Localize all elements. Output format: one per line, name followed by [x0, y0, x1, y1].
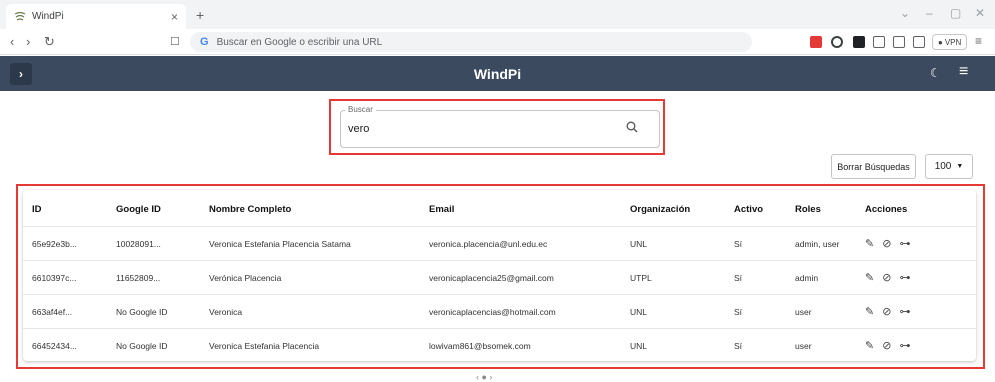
reload-icon[interactable]: ↻ — [44, 34, 55, 50]
split-view-icon[interactable] — [913, 36, 925, 48]
row-actions: ✎ ⊘ ⊶ — [865, 339, 910, 352]
cell-org: UNL — [630, 239, 648, 249]
cell-roles: user — [795, 307, 812, 317]
header-roles[interactable]: Roles — [795, 204, 821, 215]
cell-email: veronicaplacencia25@gmail.com — [429, 273, 554, 283]
cell-google-id: No Google ID — [116, 307, 168, 317]
key-icon[interactable]: ⊶ — [899, 237, 910, 250]
page-size-value: 100 — [934, 161, 952, 172]
back-icon[interactable]: ‹ — [10, 34, 14, 49]
cell-id: 65e92e3b... — [32, 239, 77, 249]
table-row: 65e92e3b... 10028091... Veronica Estefan… — [23, 227, 976, 261]
header-active[interactable]: Activo — [734, 204, 763, 215]
google-icon: G — [200, 36, 209, 48]
search-label: Buscar — [345, 105, 376, 114]
cell-email: veronica.placencia@unl.edu.ec — [429, 239, 548, 249]
extension-circle-icon[interactable] — [831, 36, 843, 48]
header-org[interactable]: Organización — [630, 204, 690, 215]
cell-id: 6610397c... — [32, 273, 77, 283]
cell-email: veronicaplacencias@hotmail.com — [429, 307, 556, 317]
app-header: › WindPi ☾ ≡ — [0, 56, 995, 91]
browser-tab[interactable]: WindPi × — [6, 4, 186, 29]
cell-google-id: 11652809... — [116, 273, 161, 283]
address-placeholder: Buscar en Google o escribir una URL — [216, 36, 383, 48]
cell-active: Sí — [734, 341, 743, 351]
cell-google-id: 10028091... — [116, 239, 161, 249]
close-tab-icon[interactable]: × — [171, 10, 178, 24]
cell-id: 66452434... — [32, 341, 77, 351]
key-icon[interactable]: ⊶ — [899, 271, 910, 284]
browser-tab-strip: WindPi × + ⌄ – ▢ ✕ — [0, 0, 995, 29]
clear-searches-button[interactable]: Borrar Búsquedas — [831, 154, 916, 179]
row-actions: ✎ ⊘ ⊶ — [865, 305, 910, 318]
cell-active: Sí — [734, 239, 743, 249]
forward-icon[interactable]: › — [26, 34, 30, 49]
cell-name: Verónica Placencia — [209, 273, 282, 283]
search-input[interactable] — [348, 123, 608, 135]
bookmark-icon[interactable]: ☐ — [170, 35, 180, 48]
dropdown-arrow-icon: ▼ — [956, 163, 964, 170]
theme-toggle-icon[interactable]: ☾ — [930, 66, 941, 80]
table-row: 66452434... No Google ID Veronica Estefa… — [23, 329, 976, 363]
cell-roles: admin — [795, 273, 819, 283]
edit-icon[interactable]: ✎ — [865, 305, 874, 318]
cell-name: Veronica Estefania Placencia Satama — [209, 239, 351, 249]
vpn-label: VPN — [944, 37, 962, 47]
vpn-button[interactable]: ● VPN — [932, 34, 968, 50]
header-email[interactable]: Email — [429, 204, 454, 215]
table-row: 6610397c... 11652809... Verónica Placenc… — [23, 261, 976, 295]
cell-google-id: No Google ID — [116, 341, 168, 351]
cell-active: Sí — [734, 307, 743, 317]
extension-block-icon[interactable] — [853, 36, 865, 48]
page-size-select[interactable]: 100 ▼ — [925, 154, 973, 179]
cell-roles: admin, user — [795, 239, 840, 249]
header-id[interactable]: ID — [32, 204, 42, 215]
cell-name: Veronica — [209, 307, 243, 317]
browser-toolbar: ‹ › ↻ ☐ G Buscar en Google o escribir un… — [0, 29, 995, 55]
key-icon[interactable]: ⊶ — [899, 305, 910, 318]
minimize-icon[interactable]: – — [926, 6, 933, 20]
search-icon[interactable] — [626, 121, 638, 136]
disable-icon[interactable]: ⊘ — [882, 339, 891, 352]
menu-icon[interactable]: ≡ — [959, 63, 968, 81]
tab-search-icon[interactable]: ⌄ — [900, 6, 910, 20]
cell-active: Sí — [734, 273, 743, 283]
table-row: 663af4ef... No Google ID Veronica veroni… — [23, 295, 976, 329]
cell-org: UNL — [630, 307, 648, 317]
address-bar[interactable]: G Buscar en Google o escribir una URL — [190, 32, 752, 52]
table-header: ID Google ID Nombre Completo Email Organ… — [23, 190, 976, 227]
edit-icon[interactable]: ✎ — [865, 271, 874, 284]
extension-puzzle-icon[interactable] — [873, 36, 885, 48]
header-name[interactable]: Nombre Completo — [209, 204, 291, 215]
row-actions: ✎ ⊘ ⊶ — [865, 237, 910, 250]
windpi-favicon-icon — [14, 11, 26, 23]
close-window-icon[interactable]: ✕ — [975, 6, 985, 20]
cell-name: Veronica Estefania Placencia — [209, 341, 320, 351]
disable-icon[interactable]: ⊘ — [882, 305, 891, 318]
cell-roles: user — [795, 341, 812, 351]
app-title: WindPi — [473, 66, 522, 82]
edit-icon[interactable]: ✎ — [865, 237, 874, 250]
browser-menu-icon[interactable]: ≡ — [975, 34, 982, 48]
edit-icon[interactable]: ✎ — [865, 339, 874, 352]
new-tab-icon[interactable]: + — [196, 7, 204, 23]
key-icon[interactable]: ⊶ — [899, 339, 910, 352]
row-actions: ✎ ⊘ ⊶ — [865, 271, 910, 284]
users-table: ID Google ID Nombre Completo Email Organ… — [23, 190, 976, 361]
sidebar-panel-icon[interactable] — [893, 36, 905, 48]
disable-icon[interactable]: ⊘ — [882, 271, 891, 284]
header-actions: Acciones — [865, 204, 908, 215]
cell-email: lowivam861@bsomek.com — [429, 341, 531, 351]
extension-mail-icon[interactable] — [810, 36, 822, 48]
header-google-id[interactable]: Google ID — [116, 204, 161, 215]
browser-tab-title: WindPi — [32, 11, 64, 22]
cell-org: UNL — [630, 341, 648, 351]
cell-id: 663af4ef... — [32, 307, 73, 317]
disable-icon[interactable]: ⊘ — [882, 237, 891, 250]
cell-org: UTPL — [630, 273, 652, 283]
restore-icon[interactable]: ▢ — [950, 6, 961, 20]
